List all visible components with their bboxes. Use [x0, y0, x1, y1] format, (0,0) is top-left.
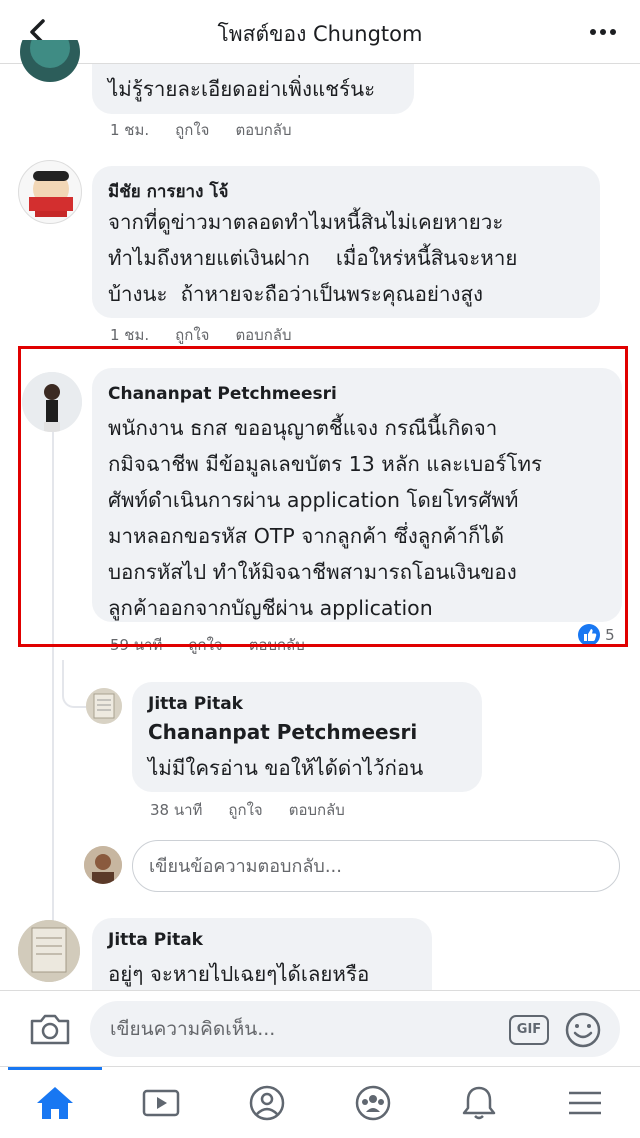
home-icon: [37, 1087, 73, 1119]
reply-input-field[interactable]: [132, 840, 620, 892]
comment-author[interactable]: มีชัย การยาง โจ้: [108, 178, 228, 205]
more-dots-icon: [590, 29, 616, 35]
avatar[interactable]: [18, 160, 82, 224]
like-link[interactable]: ถูกใจ: [228, 801, 262, 819]
comment-author[interactable]: Jitta Pitak: [108, 930, 203, 950]
like-link[interactable]: ถูกใจ: [175, 326, 209, 344]
tab-video[interactable]: [112, 1067, 208, 1138]
camera-button[interactable]: [28, 1009, 72, 1049]
mention-tag[interactable]: Chananpat Petchmeesri: [148, 720, 417, 744]
avatar[interactable]: [18, 920, 80, 982]
camera-icon: [30, 1014, 70, 1045]
page-title: โพสต์ของ Chungtom: [217, 22, 423, 46]
bottom-tab-bar: [0, 1066, 640, 1138]
comment-text: จากที่ดูข่าวมาตลอดทำไมหนี้สินไม่เคยหายวะ: [108, 210, 504, 234]
highlight-box: [18, 346, 628, 647]
emoji-icon: [565, 1012, 601, 1048]
reply-time: 38 นาที: [150, 801, 203, 819]
reply-link[interactable]: ตอบกลับ: [289, 801, 345, 819]
comment-input[interactable]: [90, 1001, 490, 1057]
emoji-button[interactable]: [564, 1011, 602, 1049]
tab-profile[interactable]: [218, 1067, 314, 1138]
comment-text: บ้างนะ ถ้าหายจะถือว่าเป็นพระคุณอย่างสูง: [108, 282, 483, 306]
video-icon: [142, 1089, 180, 1117]
comment-bubble: มีชัย การยาง โจ้ จากที่ดูข่าวมาตลอดทำไมห…: [92, 166, 600, 318]
comment-text: อยู่ๆ จะหายไปเฉยๆได้เลยหรือ: [108, 962, 370, 986]
reply-link[interactable]: ตอบกลับ: [235, 121, 291, 139]
comment-time: 1 ชม.: [110, 121, 150, 139]
top-bar: โพสต์ของ Chungtom: [0, 0, 640, 64]
more-options-button[interactable]: [588, 18, 618, 46]
gif-button[interactable]: GIF: [509, 1015, 549, 1045]
reply-bubble: Jitta Pitak Chananpat Petchmeesri ไม่มีใ…: [132, 682, 482, 792]
reply-input[interactable]: [133, 841, 619, 891]
tab-groups[interactable]: [324, 1067, 420, 1138]
reply-text: ไม่มีใครอ่าน ขอให้ได้ด่าไว้ก่อน: [148, 756, 424, 780]
tab-notifications[interactable]: [430, 1067, 526, 1138]
comment-bubble: ไม่รู้รายละเอียดอย่าเพิ่งแชร์นะ: [92, 64, 414, 114]
comment-input-field[interactable]: GIF: [90, 1001, 620, 1057]
comment-text: ทำไมถึงหายแต่เงินฝาก เมื่อใหร่หนี้สินจะห…: [108, 246, 518, 270]
bell-icon: [462, 1086, 496, 1120]
comment-meta: 1 ชม. ถูกใจ ตอบกลับ: [110, 323, 318, 347]
like-link[interactable]: ถูกใจ: [175, 121, 209, 139]
avatar[interactable]: [20, 40, 80, 92]
comment-time: 1 ชม.: [110, 326, 150, 344]
comment-bubble: Jitta Pitak อยู่ๆ จะหายไปเฉยๆได้เลยหรือ: [92, 918, 432, 990]
comment-meta: 1 ชม. ถูกใจ ตอบกลับ: [110, 118, 318, 142]
tab-menu[interactable]: [536, 1067, 632, 1138]
comment-text: ไม่รู้รายละเอียดอย่าเพิ่งแชร์นะ: [108, 77, 376, 101]
tab-home[interactable]: [6, 1067, 102, 1138]
reply-link[interactable]: ตอบกลับ: [235, 326, 291, 344]
avatar[interactable]: [86, 688, 122, 724]
profile-icon: [249, 1085, 285, 1121]
menu-icon: [569, 1091, 601, 1115]
reply-author[interactable]: Jitta Pitak: [148, 694, 243, 714]
current-user-avatar: [84, 846, 122, 884]
reply-meta: 38 นาที ถูกใจ ตอบกลับ: [150, 798, 371, 822]
groups-icon: [355, 1085, 391, 1121]
comment-composer: GIF: [0, 990, 640, 1066]
